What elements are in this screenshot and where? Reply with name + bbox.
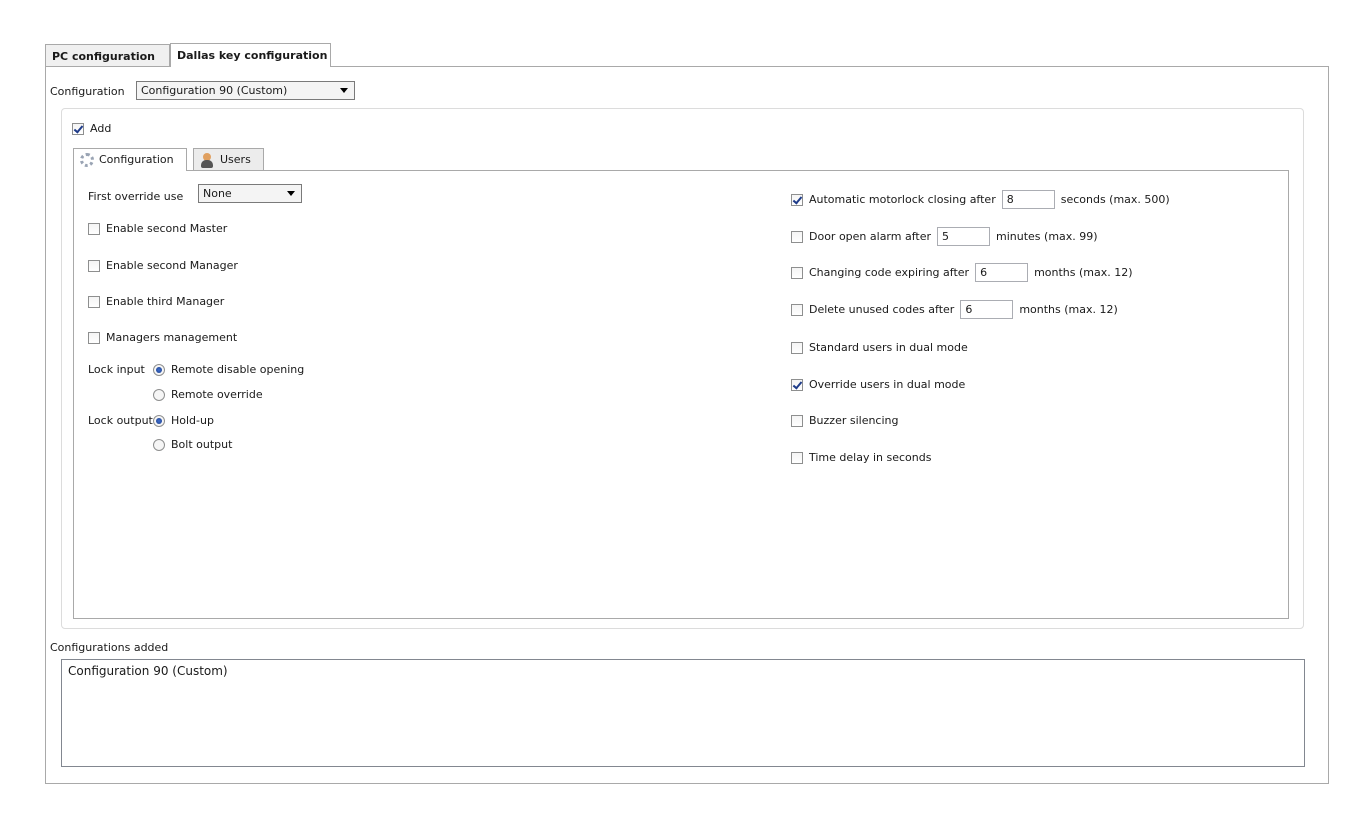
tab-users[interactable]: Users xyxy=(193,148,264,170)
tab-configuration[interactable]: Configuration xyxy=(73,148,187,171)
enable-second-manager-label: Enable second Manager xyxy=(106,259,238,272)
motorlock-row[interactable]: Automatic motorlock closing after 8 seco… xyxy=(791,190,1170,209)
standard-dual-row[interactable]: Standard users in dual mode xyxy=(791,341,968,354)
buzzer-silencing-label: Buzzer silencing xyxy=(809,414,899,427)
override-dual-checkbox[interactable] xyxy=(791,378,803,391)
enable-second-master-label: Enable second Master xyxy=(106,222,228,235)
configuration-label: Configuration xyxy=(50,85,125,98)
motorlock-seconds-input[interactable]: 8 xyxy=(1001,190,1055,209)
bolt-output-row[interactable]: Bolt output xyxy=(153,438,232,451)
time-delay-label: Time delay in seconds xyxy=(809,451,932,464)
code-expiring-suffix: months (max. 12) xyxy=(1034,266,1133,279)
tab-dallas-key-configuration[interactable]: Dallas key configuration xyxy=(170,43,331,67)
override-dual-label: Override users in dual mode xyxy=(809,378,966,391)
user-icon xyxy=(200,153,214,169)
hold-up-radio[interactable] xyxy=(153,414,165,427)
configurations-added-list[interactable]: Configuration 90 (Custom) xyxy=(61,659,1305,767)
remote-override-label: Remote override xyxy=(171,388,263,401)
configuration-selected: Configuration 90 (Custom) xyxy=(141,84,288,97)
remote-disable-opening-label: Remote disable opening xyxy=(171,363,305,376)
configuration-dropdown[interactable]: Configuration 90 (Custom) xyxy=(136,81,355,100)
hold-up-label: Hold-up xyxy=(171,414,214,427)
buzzer-silencing-checkbox[interactable] xyxy=(791,414,803,427)
gear-icon xyxy=(80,153,94,167)
delete-unused-checkbox[interactable] xyxy=(791,303,803,316)
tab-configuration-label: Configuration xyxy=(99,153,174,166)
enable-third-manager-checkbox[interactable] xyxy=(88,295,100,308)
add-checkbox-row[interactable]: Add xyxy=(72,122,111,135)
door-alarm-suffix: minutes (max. 99) xyxy=(996,230,1098,243)
code-expiring-row[interactable]: Changing code expiring after 6 months (m… xyxy=(791,263,1133,282)
door-alarm-row[interactable]: Door open alarm after 5 minutes (max. 99… xyxy=(791,227,1098,246)
tab-pc-configuration[interactable]: PC configuration xyxy=(45,44,170,67)
enable-second-master-checkbox[interactable] xyxy=(88,222,100,235)
remote-disable-opening-row[interactable]: Remote disable opening xyxy=(153,363,304,376)
door-alarm-label: Door open alarm after xyxy=(809,230,931,243)
delete-unused-label: Delete unused codes after xyxy=(809,303,955,316)
chevron-down-icon xyxy=(287,191,295,196)
enable-second-master-row[interactable]: Enable second Master xyxy=(88,222,227,235)
enable-third-manager-row[interactable]: Enable third Manager xyxy=(88,295,224,308)
standard-dual-checkbox[interactable] xyxy=(791,341,803,354)
remote-disable-opening-radio[interactable] xyxy=(153,363,165,376)
bolt-output-radio[interactable] xyxy=(153,438,165,451)
delete-unused-row[interactable]: Delete unused codes after 6 months (max.… xyxy=(791,300,1118,319)
code-expiring-months-input[interactable]: 6 xyxy=(975,263,1029,282)
standard-dual-label: Standard users in dual mode xyxy=(809,341,968,354)
configurations-added-label: Configurations added xyxy=(50,641,169,654)
remote-override-row[interactable]: Remote override xyxy=(153,388,263,401)
enable-third-manager-label: Enable third Manager xyxy=(106,295,225,308)
add-checkbox[interactable] xyxy=(72,122,84,135)
lock-output-label: Lock output xyxy=(88,414,153,427)
hold-up-row[interactable]: Hold-up xyxy=(153,414,214,427)
motorlock-checkbox[interactable] xyxy=(791,193,803,206)
code-expiring-checkbox[interactable] xyxy=(791,266,803,279)
managers-management-row[interactable]: Managers management xyxy=(88,331,237,344)
bolt-output-label: Bolt output xyxy=(171,438,233,451)
remote-override-radio[interactable] xyxy=(153,388,165,401)
time-delay-row[interactable]: Time delay in seconds xyxy=(791,451,931,464)
tab-users-label: Users xyxy=(220,153,251,166)
first-override-label: First override use xyxy=(88,190,184,203)
lock-input-label: Lock input xyxy=(88,363,145,376)
door-alarm-checkbox[interactable] xyxy=(791,230,803,243)
motorlock-label: Automatic motorlock closing after xyxy=(809,193,996,206)
code-expiring-label: Changing code expiring after xyxy=(809,266,970,279)
enable-second-manager-row[interactable]: Enable second Manager xyxy=(88,259,238,272)
time-delay-checkbox[interactable] xyxy=(791,451,803,464)
motorlock-suffix: seconds (max. 500) xyxy=(1060,193,1170,206)
enable-second-manager-checkbox[interactable] xyxy=(88,259,100,272)
chevron-down-icon xyxy=(340,88,348,93)
buzzer-silencing-row[interactable]: Buzzer silencing xyxy=(791,414,899,427)
first-override-dropdown[interactable]: None xyxy=(198,184,302,203)
add-label: Add xyxy=(90,122,112,135)
delete-unused-months-input[interactable]: 6 xyxy=(960,300,1014,319)
list-item[interactable]: Configuration 90 (Custom) xyxy=(68,664,1298,678)
door-alarm-minutes-input[interactable]: 5 xyxy=(937,227,990,246)
override-dual-row[interactable]: Override users in dual mode xyxy=(791,378,965,391)
managers-management-label: Managers management xyxy=(106,331,238,344)
managers-management-checkbox[interactable] xyxy=(88,331,100,344)
first-override-selected: None xyxy=(203,187,232,200)
delete-unused-suffix: months (max. 12) xyxy=(1019,303,1118,316)
